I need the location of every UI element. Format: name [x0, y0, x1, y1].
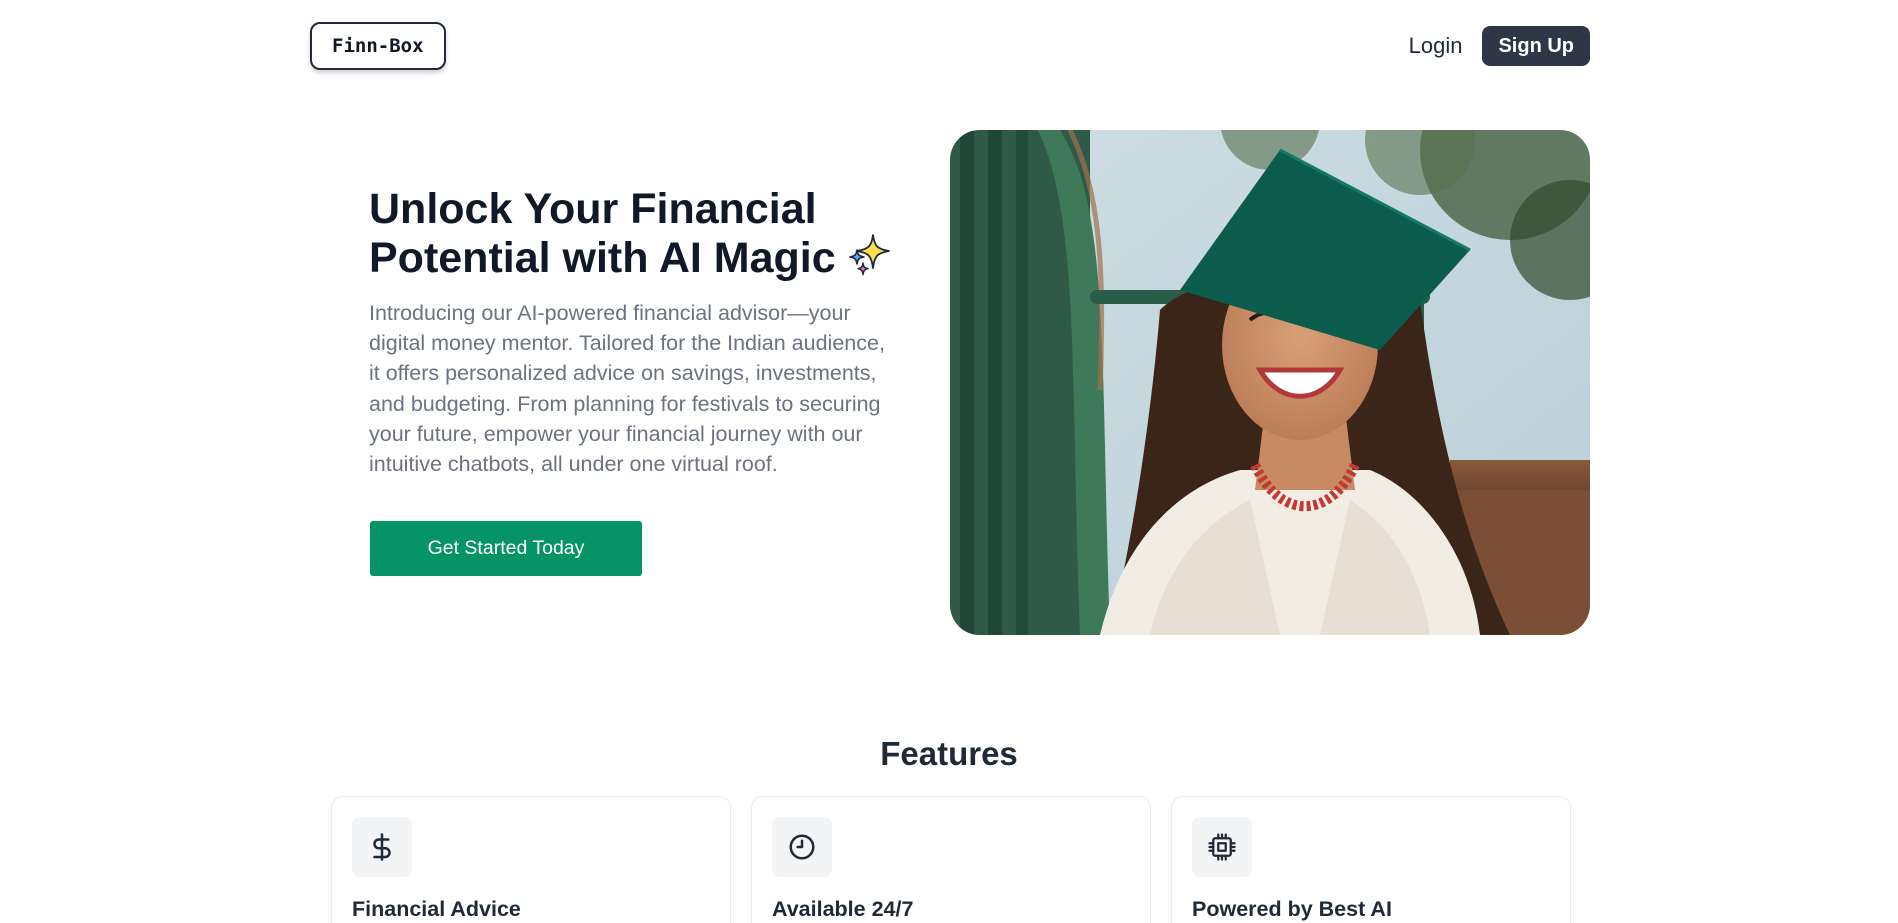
cpu-chip-icon: [1192, 817, 1252, 877]
hero-title-text: Unlock Your Financial Potential with AI …: [369, 185, 836, 282]
hero-title: Unlock Your Financial Potential with AI …: [369, 187, 909, 287]
header-nav: Login Sign Up: [1409, 26, 1590, 66]
hero-description: Introducing our AI-powered financial adv…: [369, 301, 885, 477]
graduate-woman-photo: [950, 130, 1590, 635]
sparkles-icon: [846, 232, 892, 287]
signup-button[interactable]: Sign Up: [1482, 26, 1590, 66]
feature-card-available: Available 24/7: [751, 796, 1151, 923]
brand-logo[interactable]: Finn-Box: [310, 22, 446, 70]
features-title: Features: [880, 735, 1018, 772]
feature-card-title: Financial Advice: [352, 897, 521, 921]
landing-page: Finn-Box Login Sign Up Unlock Your Finan…: [0, 0, 1898, 923]
feature-card-financial-advice: Financial Advice: [331, 796, 731, 923]
feature-card-title: Powered by Best AI: [1192, 897, 1392, 921]
clock-icon: [772, 817, 832, 877]
feature-card-title: Available 24/7: [772, 897, 914, 921]
get-started-button[interactable]: Get Started Today: [370, 521, 642, 576]
login-link[interactable]: Login: [1409, 33, 1463, 59]
feature-card-powered-by-ai: Powered by Best AI: [1171, 796, 1571, 923]
dollar-icon: [352, 817, 412, 877]
site-header: Finn-Box Login Sign Up: [310, 22, 1590, 70]
